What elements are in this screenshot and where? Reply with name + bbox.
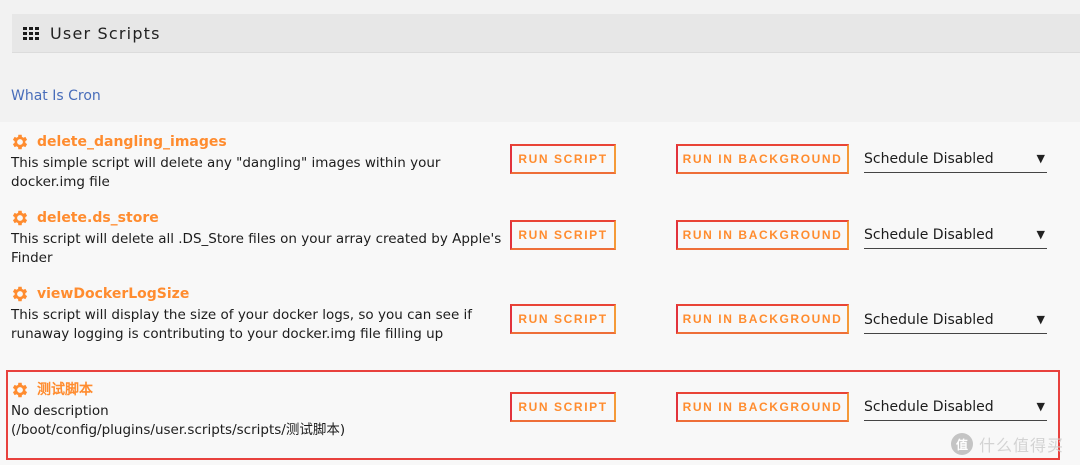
dropdown-arrow-icon: ▼ (1036, 400, 1045, 413)
gear-icon[interactable] (10, 380, 30, 400)
dropdown-arrow-icon: ▼ (1036, 313, 1045, 326)
grid-icon (23, 26, 39, 40)
schedule-select[interactable]: Schedule Disabled ▼ (864, 393, 1047, 421)
schedule-select[interactable]: Schedule Disabled ▼ (864, 145, 1047, 173)
run-script-button[interactable]: RUN SCRIPT (510, 304, 616, 334)
schedule-select-value: Schedule Disabled (864, 150, 994, 167)
run-script-button[interactable]: RUN SCRIPT (510, 144, 616, 174)
script-description-text: No description (11, 403, 109, 419)
page-title: User Scripts (50, 23, 161, 43)
gear-icon[interactable] (10, 132, 30, 152)
run-in-background-button[interactable]: RUN IN BACKGROUND (676, 304, 849, 334)
what-is-cron-link[interactable]: What Is Cron (11, 88, 101, 104)
run-script-button[interactable]: RUN SCRIPT (510, 220, 616, 250)
dropdown-arrow-icon: ▼ (1036, 152, 1045, 165)
run-in-background-button[interactable]: RUN IN BACKGROUND (676, 220, 849, 250)
run-script-button[interactable]: RUN SCRIPT (510, 392, 616, 422)
script-name: delete.ds_store (37, 210, 159, 226)
run-in-background-button[interactable]: RUN IN BACKGROUND (676, 392, 849, 422)
schedule-select[interactable]: Schedule Disabled ▼ (864, 221, 1047, 249)
script-name: delete_dangling_images (37, 134, 227, 150)
run-in-background-button[interactable]: RUN IN BACKGROUND (676, 144, 849, 174)
schedule-select-value: Schedule Disabled (864, 398, 994, 415)
script-description: This script will display the size of you… (11, 307, 473, 342)
page-header: User Scripts (12, 14, 1080, 53)
schedule-select[interactable]: Schedule Disabled ▼ (864, 306, 1047, 334)
script-path: (/boot/config/plugins/user.scripts/scrip… (11, 422, 346, 438)
dropdown-arrow-icon: ▼ (1036, 228, 1045, 241)
watermark-badge: 值 (951, 433, 973, 455)
gear-icon[interactable] (10, 208, 30, 228)
script-description: This script will delete all .DS_Store fi… (11, 231, 502, 266)
schedule-select-value: Schedule Disabled (864, 311, 994, 328)
gear-icon[interactable] (10, 284, 30, 304)
script-name: viewDockerLogSize (37, 286, 190, 302)
script-description: No description (/boot/config/plugins/use… (11, 402, 511, 440)
watermark: 值 什么值得买 (951, 432, 1064, 456)
schedule-select-value: Schedule Disabled (864, 226, 994, 243)
script-name: 测试脚本 (37, 382, 93, 398)
watermark-text: 什么值得买 (979, 436, 1065, 455)
script-description: This simple script will delete any "dang… (11, 155, 441, 190)
